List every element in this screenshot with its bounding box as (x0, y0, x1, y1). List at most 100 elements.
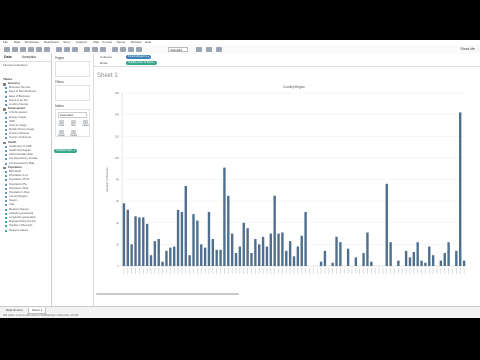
y-tick-label: 60 (116, 199, 119, 203)
field-item[interactable]: Measure Values (0, 229, 51, 233)
swap-rows-columns-icon[interactable] (84, 47, 90, 52)
measure-icon (5, 217, 7, 219)
show-hide-cards-icon[interactable] (196, 47, 202, 52)
bar (385, 183, 388, 266)
dimension-icon (5, 150, 7, 152)
undo-icon[interactable] (12, 47, 18, 52)
new-worksheet-icon[interactable] (56, 47, 62, 52)
marks-card-title: Marks (55, 104, 64, 108)
field-label: Measure Names (9, 207, 29, 211)
menu-item[interactable]: Worksheet (25, 40, 39, 44)
datasource-name[interactable]: Finance Indicators (0, 62, 51, 68)
save-icon[interactable] (28, 47, 34, 52)
menu-item[interactable]: Format (102, 40, 112, 44)
mark-label-button[interactable]: Label (81, 120, 90, 127)
bar (254, 238, 257, 266)
highlight-icon[interactable] (112, 47, 118, 52)
bar (404, 250, 408, 266)
mark-type-dropdown[interactable]: Automatic (58, 112, 87, 118)
mark-detail-button[interactable]: Detail (57, 130, 66, 137)
dimension-icon (5, 124, 7, 127)
presentation-mode-icon[interactable] (206, 47, 212, 52)
show-me-button[interactable]: Show Me (460, 47, 475, 51)
tab-analytics[interactable]: Analytics (22, 55, 36, 59)
field-label: Population 0-14 (9, 174, 28, 178)
menu-item[interactable]: Window (131, 40, 142, 44)
bar (142, 217, 145, 266)
show-mark-labels-icon[interactable] (128, 47, 134, 52)
field-list: Business Business Tax rate Days to Start B… (0, 82, 51, 233)
mark-tooltip-button[interactable]: Tooltip (69, 130, 78, 137)
redo-icon[interactable] (20, 47, 26, 52)
bar (230, 233, 234, 266)
menu-item[interactable]: Server (117, 40, 126, 44)
mark-color-button[interactable]: Color (57, 120, 66, 127)
menu-item[interactable]: Dashboard (44, 40, 59, 44)
bar (215, 249, 218, 266)
bar (238, 246, 242, 266)
rows-pill[interactable]: SUM(Number of Recor... (126, 61, 158, 65)
y-tick-label: 100 (115, 156, 120, 160)
dimension-icon (5, 91, 7, 94)
dimension-icon (5, 208, 7, 211)
bar (354, 257, 358, 266)
field-label: Number of Records (9, 224, 33, 228)
menu-item[interactable]: Map (93, 40, 99, 44)
dimension-icon (5, 196, 7, 199)
marks-measure-pill[interactable]: SUM(Number...) (54, 149, 77, 153)
tab-data-source[interactable]: Data Source (3, 308, 26, 313)
menu-item[interactable]: Help (145, 40, 151, 44)
field-label: Lending Interest (9, 102, 29, 106)
filters-shelf[interactable] (55, 85, 90, 101)
field-label: Development (8, 107, 25, 111)
bar (269, 233, 273, 266)
bar (203, 247, 207, 266)
columns-shelf[interactable]: Columns Country/Region ▾ ▸ (94, 55, 480, 60)
bar (362, 253, 365, 266)
fit-dropdown[interactable]: Standard (168, 47, 188, 52)
dimension-icon (5, 154, 7, 157)
bar (223, 167, 226, 266)
folder-icon (3, 166, 6, 170)
sort-ascending-icon[interactable] (92, 47, 98, 52)
pages-shelf[interactable] (55, 61, 90, 77)
bar (184, 185, 187, 266)
bar (439, 260, 443, 266)
tab-data[interactable]: Data (4, 55, 12, 59)
menu-item[interactable]: Story (63, 40, 70, 44)
sort-descending-icon[interactable] (100, 47, 106, 52)
bar (389, 242, 392, 266)
menu-item[interactable]: File (3, 40, 8, 44)
field-label: Life Expectancy Female (9, 157, 38, 161)
share-icon[interactable] (216, 47, 222, 52)
bar (250, 253, 253, 266)
bar (200, 244, 203, 266)
menu-item[interactable]: Analysis (76, 40, 87, 44)
group-members-icon[interactable] (120, 47, 126, 52)
tableau-logo-icon[interactable] (4, 47, 10, 52)
dimension-icon (5, 120, 7, 123)
columns-pill[interactable]: Country/Region ▾ ▸ (126, 55, 152, 59)
bar (149, 255, 153, 266)
bar (281, 232, 284, 266)
field-label: Mobile Phone Usage (9, 128, 34, 132)
bar (265, 246, 269, 266)
clear-sheet-icon[interactable] (72, 47, 78, 52)
fix-axes-icon[interactable] (136, 47, 142, 52)
duplicate-sheet-icon[interactable] (64, 47, 70, 52)
rows-label: Rows (100, 61, 108, 65)
data-pane-tabs: Data Analytics (0, 54, 51, 62)
dimension-icon (5, 191, 7, 194)
bar (261, 236, 265, 266)
mark-button-label: Label (82, 124, 89, 127)
rows-shelf[interactable]: Rows SUM(Number of Recor... (94, 61, 480, 66)
pause-updates-icon[interactable] (44, 47, 50, 52)
horizontal-scrollbar[interactable] (96, 293, 239, 295)
y-tick-label: 0 (118, 264, 120, 268)
menu-item[interactable]: Data (14, 40, 20, 44)
measure-icon (5, 221, 7, 224)
dimension-icon (5, 116, 7, 119)
new-data-source-icon[interactable] (36, 47, 42, 52)
mark-size-button[interactable]: Size (69, 120, 78, 127)
mark-button-label: Color (58, 124, 65, 127)
